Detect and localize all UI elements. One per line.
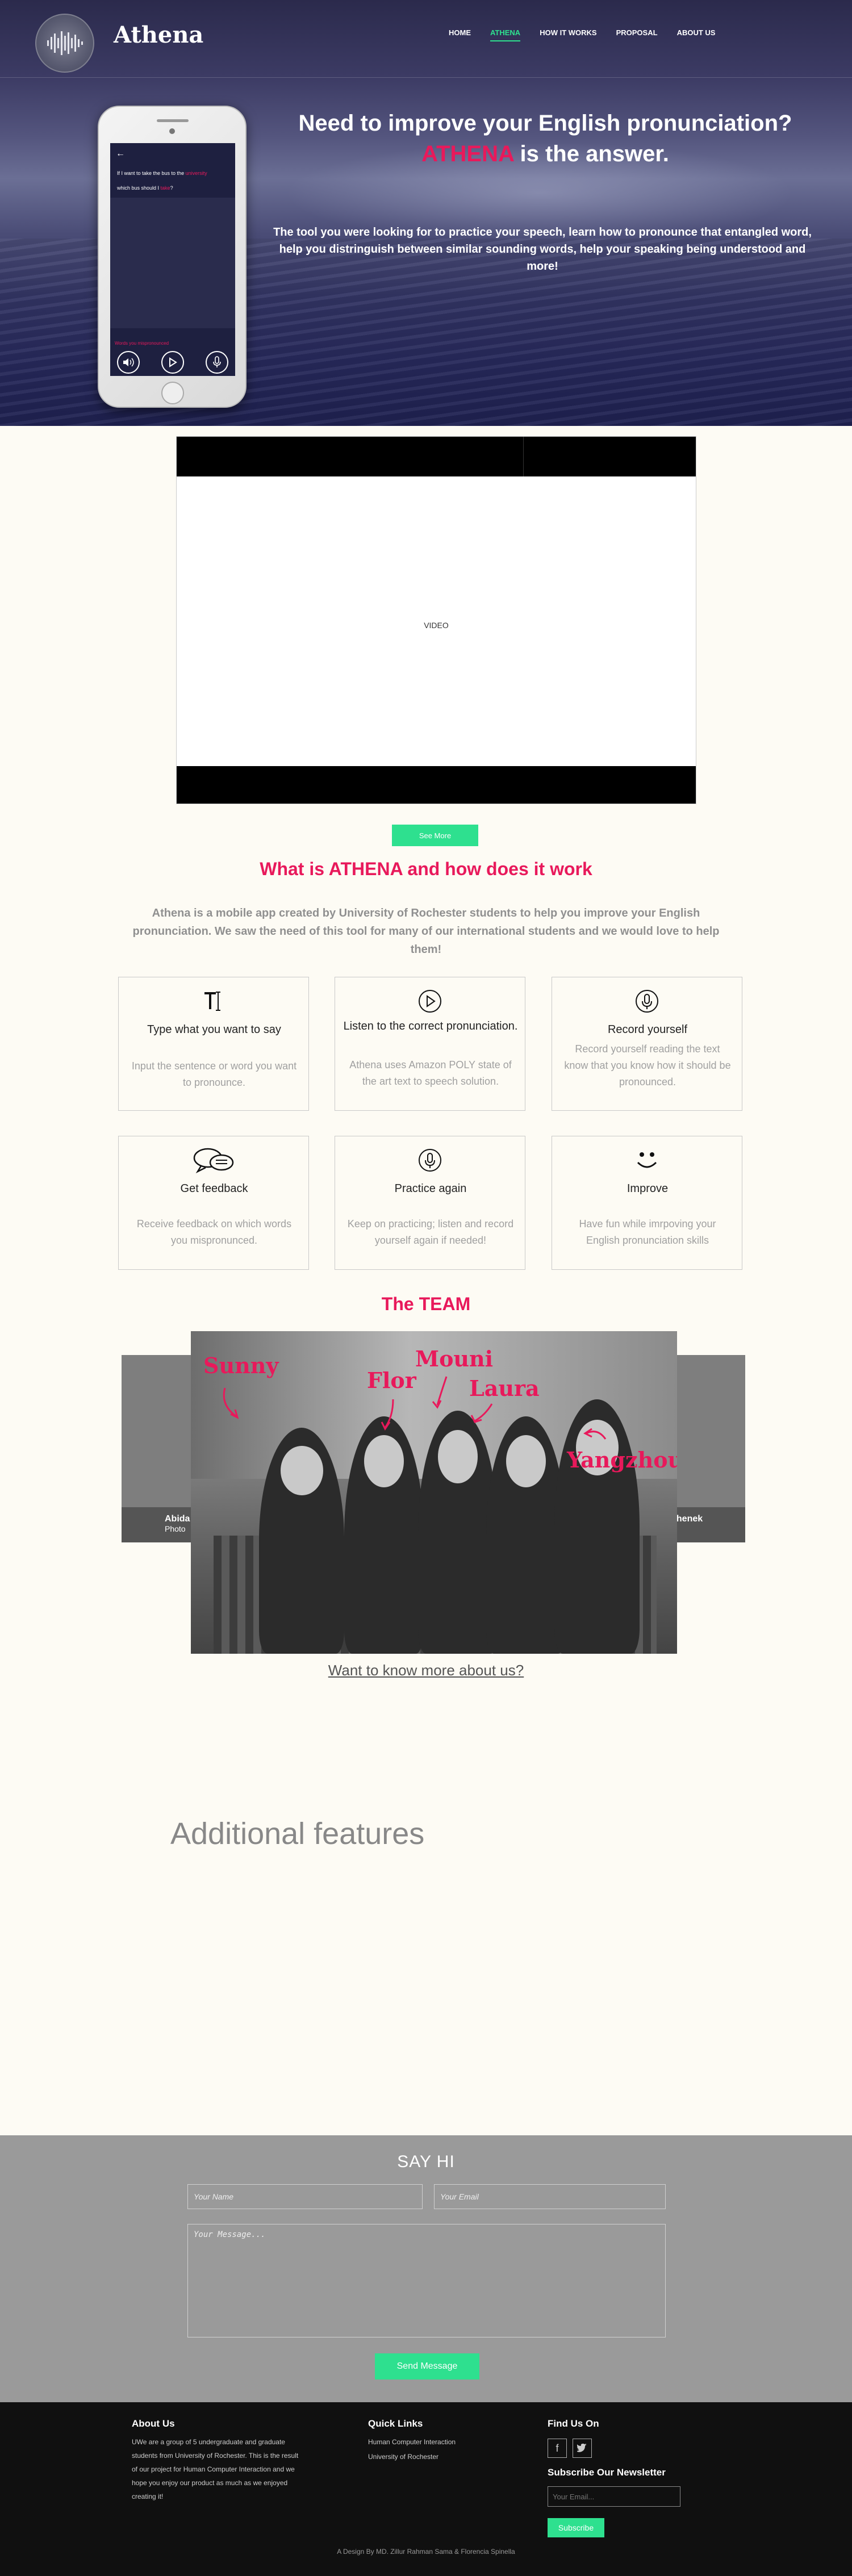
phone-text-line-1: If I want to take the bus to the univers…: [117, 170, 207, 176]
nav-proposal[interactable]: PROPOSAL: [616, 27, 658, 41]
twitter-icon[interactable]: [573, 2439, 592, 2458]
footer-about-text: UWe are a group of 5 undergraduate and g…: [132, 2438, 299, 2500]
team-side-caption: Abida Photo: [122, 1507, 195, 1542]
nav-home[interactable]: HOME: [449, 27, 471, 41]
about-us-link[interactable]: Want to know more about us?: [0, 1662, 852, 1679]
feature-title: Improve: [627, 1182, 669, 1195]
headline-line-2: ATHENA is the answer.: [421, 141, 669, 166]
team-photo: Sunny Flor Mouni Laura Yangzhou: [191, 1331, 677, 1654]
subscribe-button[interactable]: Subscribe: [548, 2518, 604, 2537]
video-bottom-bar: [177, 766, 696, 804]
feature-card-practice: Practice again Keep on practicing; liste…: [335, 1136, 525, 1270]
video-player[interactable]: VIDEO: [176, 436, 696, 804]
nav-how-it-works[interactable]: HOW IT WORKS: [540, 27, 596, 41]
hero-subtext: The tool you were looking for to practic…: [273, 226, 812, 273]
feature-title: Listen to the correct pronunciation.: [343, 1020, 518, 1032]
footer-link-rochester[interactable]: University of Rochester: [368, 2450, 438, 2464]
name-field[interactable]: [187, 2184, 423, 2209]
microphone-icon: [335, 1147, 525, 1174]
phone-home-button: [161, 382, 184, 404]
contact-title: SAY HI: [397, 2152, 455, 2171]
nav-about-us[interactable]: ABOUT US: [677, 27, 716, 41]
microphone-icon: [552, 988, 742, 1015]
message-field[interactable]: [187, 2224, 666, 2337]
feature-card-listen: Listen to the correct pronunciation. Ath…: [335, 977, 525, 1111]
team-side-caption: chenek: [671, 1507, 745, 1542]
phone-camera: [169, 128, 175, 134]
feature-title: Type what you want to say: [147, 1023, 281, 1036]
see-more-button[interactable]: See More: [392, 825, 478, 846]
team-arrows-icon: [223, 1376, 607, 1440]
about-intro: Athena is a mobile app created by Univer…: [132, 907, 720, 956]
feature-card-improve: Improve Have fun while imrpoving your En…: [552, 1136, 742, 1270]
additional-features-title: Additional features: [170, 1817, 425, 1851]
nav-divider: [0, 77, 852, 78]
contact-section: SAY HI Send Message: [0, 2135, 852, 2402]
feature-card-feedback: Get feedback Receive feedback on which w…: [118, 1136, 309, 1270]
footer: About Us UWe are a group of 5 undergradu…: [0, 2402, 852, 2576]
video-label: VIDEO: [424, 621, 449, 630]
play-icon: [335, 988, 525, 1015]
phone-content-area: [110, 198, 235, 328]
team-carousel-left[interactable]: Abida Photo: [122, 1355, 195, 1542]
feature-desc: Keep on practicing; listen and record yo…: [347, 1218, 514, 1246]
team-title: The TEAM: [381, 1294, 471, 1314]
feature-desc: Input the sentence or word you want to p…: [131, 1060, 297, 1088]
headline-line-1: Need to improve your English pronunciati…: [298, 111, 792, 136]
smiley-icon: [552, 1147, 742, 1174]
team-carousel-right[interactable]: chenek: [671, 1355, 745, 1542]
newsletter-title: Subscribe Our Newsletter: [548, 2467, 666, 2478]
feature-desc: Athena uses Amazon POLY state of the art…: [349, 1059, 512, 1087]
email-field[interactable]: [434, 2184, 666, 2209]
feature-card-record: Record yourself Record yourself reading …: [552, 977, 742, 1111]
feature-title: Get feedback: [180, 1182, 248, 1195]
footer-credit: A Design By MD. Zillur Rahman Sama & Flo…: [337, 2548, 515, 2556]
phone-speaker: [157, 119, 189, 122]
about-title: What is ATHENA and how does it work: [260, 859, 592, 879]
footer-about-title: About Us: [132, 2418, 175, 2429]
footer-find-title: Find Us On: [548, 2418, 599, 2429]
nav-athena[interactable]: ATHENA: [490, 27, 521, 41]
main-nav: HOME ATHENA HOW IT WORKS PROPOSAL ABOUT …: [449, 27, 734, 41]
text-cursor-icon: [119, 988, 308, 1015]
phone-mockup: ← If I want to take the bus to the unive…: [98, 106, 247, 408]
send-message-button[interactable]: Send Message: [375, 2353, 479, 2380]
feature-desc: Receive feedback on which words you misp…: [136, 1218, 292, 1246]
footer-links-title: Quick Links: [368, 2418, 423, 2429]
feature-title: Practice again: [394, 1182, 467, 1195]
facebook-icon[interactable]: f: [548, 2439, 567, 2458]
footer-link-hci[interactable]: Human Computer Interaction: [368, 2435, 456, 2449]
newsletter-email-input[interactable]: [548, 2486, 680, 2507]
feature-title: Record yourself: [607, 1023, 688, 1036]
phone-text-line-2: which bus should I take?: [117, 185, 173, 191]
brand-title[interactable]: Athena: [114, 22, 203, 48]
feature-desc: Have fun while imrpoving your English pr…: [579, 1218, 716, 1246]
phone-prompt: Words you mispronounced: [115, 341, 169, 346]
hero-section: Athena HOME ATHENA HOW IT WORKS PROPOSAL…: [0, 0, 852, 426]
back-arrow-icon: ←: [116, 149, 125, 158]
microphone-icon: [206, 351, 228, 374]
phone-screen: ← If I want to take the bus to the unive…: [110, 143, 235, 376]
video-top-bar: [177, 437, 696, 476]
play-icon: [161, 351, 184, 374]
chat-icon: [119, 1147, 308, 1174]
hero-headline: Need to improve your English pronunciati…: [261, 108, 829, 169]
feature-desc: Record yourself reading the text know th…: [564, 1043, 731, 1088]
feature-card-type: Type what you want to say Input the sent…: [118, 977, 309, 1111]
logo-icon[interactable]: [35, 14, 94, 73]
speaker-icon: [117, 351, 140, 374]
